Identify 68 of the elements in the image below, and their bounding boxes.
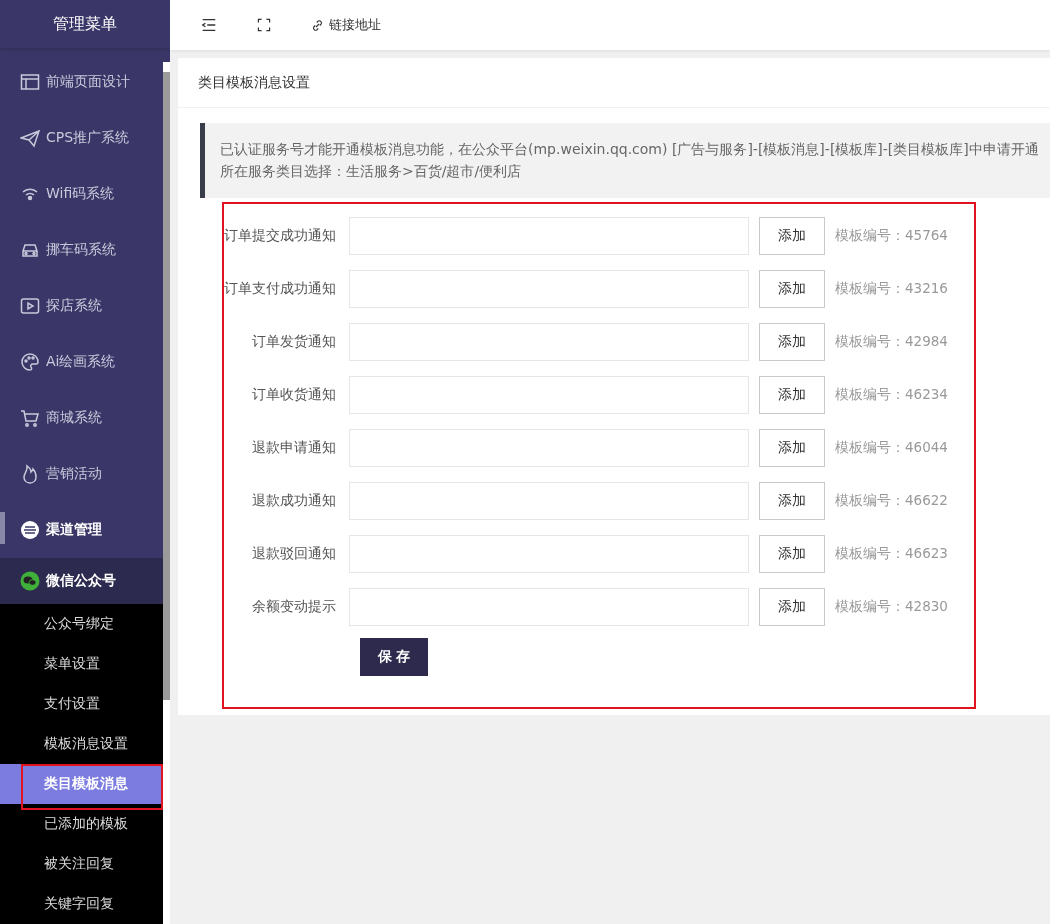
paper-plane-icon [20,128,40,148]
template-number-text: 模板编号：46234 [835,385,948,404]
palette-icon [20,352,40,372]
add-button[interactable]: 添加 [759,481,825,520]
submenu-item[interactable]: 关键字回复 [0,884,163,924]
notice-text: 所在服务类目选择：生活服务>百货/超市/便利店 [220,162,523,181]
menu-item[interactable]: 营销活动 [0,446,163,502]
field-label: 退款驳回通知 [251,544,337,563]
lines-circle-icon [20,520,40,540]
field-label: 订单收货通知 [251,385,337,404]
add-button[interactable]: 添加 [759,534,825,573]
scrollbar-thumb[interactable] [163,72,170,700]
input-field[interactable] [349,216,749,255]
flame-icon [20,464,40,484]
add-button[interactable]: 添加 [759,269,825,308]
notice-text: 已认证服务号才能开通模板消息功能，在公众平台(mp.weixin.qq.com) [广告与服务]-[模板消息]-[模板库]-[类目模板库]中申请开通 [220,140,1038,159]
input-field[interactable] [349,534,749,573]
chat-bubbles-icon [20,571,40,591]
field-label: 退款成功通知 [251,491,337,510]
link-icon [310,17,325,33]
menu-item[interactable]: 前端页面设计 [0,54,163,110]
field-label: 余额变动提示 [251,597,337,616]
template-number-text: 模板编号：46044 [835,438,948,457]
menu-item[interactable]: 挪车码系统 [0,222,163,278]
add-button[interactable]: 添加 [759,375,825,414]
submenu-item[interactable]: 模板消息设置 [0,724,163,764]
input-field[interactable] [349,322,749,361]
video-icon [20,296,40,316]
template-number-text: 模板编号：45764 [835,226,948,245]
field-label: 订单发货通知 [251,332,337,351]
template-number-text: 模板编号：43216 [835,279,948,298]
submenu-item[interactable]: 支付设置 [0,684,163,724]
input-field[interactable] [349,428,749,467]
field-label: 订单支付成功通知 [224,279,337,298]
input-field[interactable] [349,481,749,520]
submenu-item[interactable]: 被关注回复 [0,844,163,884]
add-button[interactable]: 添加 [759,587,825,626]
template-number-text: 模板编号：42830 [835,597,948,616]
menu-item[interactable]: CPS推广系统 [0,110,163,166]
fullscreen-icon [256,17,272,33]
collapse-menu-icon [200,16,218,34]
add-button[interactable]: 添加 [759,322,825,361]
menu-item[interactable]: 微信公众号 [0,558,163,604]
sidebar-title: 管理菜单 [0,0,170,48]
template-number-text: 模板编号：46623 [835,544,948,563]
submenu-item[interactable]: 公众号绑定 [0,604,163,644]
save-button[interactable]: 保 存 [360,638,428,676]
add-button[interactable]: 添加 [759,216,825,255]
window-icon [20,72,40,92]
menu-item[interactable]: 渠道管理 [0,502,163,558]
input-field[interactable] [349,269,749,308]
add-button[interactable]: 添加 [759,428,825,467]
menu-item[interactable]: Wifi码系统 [0,166,163,222]
submenu-item[interactable]: 类目模板消息 [0,764,163,804]
submenu-item[interactable]: 菜单设置 [0,644,163,684]
input-field[interactable] [349,375,749,414]
field-label: 退款申请通知 [251,438,337,457]
menu-item[interactable]: 商城系统 [0,390,163,446]
cart-icon [20,408,40,428]
input-field[interactable] [349,587,749,626]
card-title: 类目模板消息设置 [178,58,1050,108]
template-number-text: 模板编号：42984 [835,332,948,351]
link-address-link[interactable]: 链接地址 [310,16,381,34]
template-number-text: 模板编号：46622 [835,491,948,510]
menu-item[interactable]: Ai绘画系统 [0,334,163,390]
menu-item[interactable]: 探店系统 [0,278,163,334]
field-label: 订单提交成功通知 [224,226,337,245]
submenu-item[interactable]: 已添加的模板 [0,804,163,844]
